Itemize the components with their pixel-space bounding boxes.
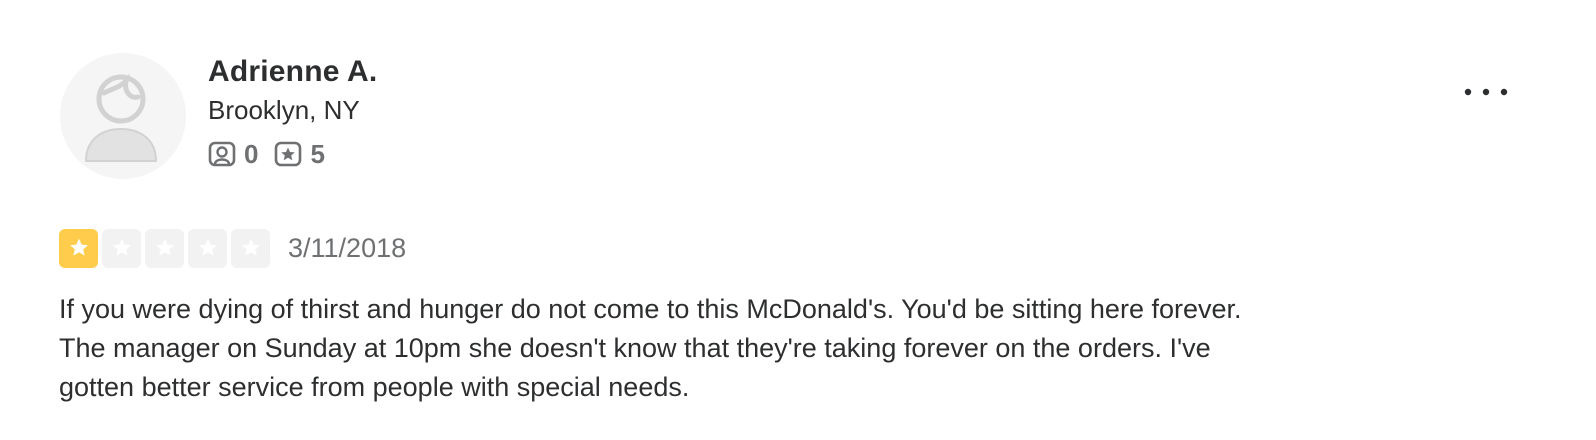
user-info: Adrienne A. Brooklyn, NY 0 5: [208, 52, 377, 170]
reviews-count: 5: [310, 139, 325, 169]
star-icon: [155, 238, 174, 256]
rating-row: 3/11/2018: [59, 228, 406, 268]
star-empty: [231, 228, 270, 268]
user-stats: 0 5: [208, 138, 377, 170]
friends-count: 0: [244, 139, 259, 169]
star-icon: [69, 238, 88, 256]
review-text: If you were dying of thirst and hunger d…: [59, 290, 1399, 407]
friends-stat: 0: [208, 140, 258, 168]
star-empty: [102, 228, 141, 268]
default-avatar-icon: [60, 53, 186, 179]
user-name[interactable]: Adrienne A.: [208, 52, 377, 92]
review-date: 3/11/2018: [288, 233, 407, 263]
star-icon: [112, 238, 131, 256]
review-card: Adrienne A. Brooklyn, NY 0 5 3/11/2018 I…: [0, 0, 1596, 440]
more-options-icon: [1464, 88, 1508, 96]
friends-icon: [208, 140, 236, 168]
review-text-line: If you were dying of thirst and hunger d…: [59, 294, 1242, 324]
review-star-icon: [274, 140, 302, 168]
review-text-line: gotten better service from people with s…: [59, 372, 690, 402]
star-icon: [198, 238, 217, 256]
star-rating: [59, 228, 274, 268]
star-empty: [188, 228, 227, 268]
star-empty: [145, 228, 184, 268]
reviews-stat: 5: [274, 139, 325, 169]
user-location: Brooklyn, NY: [208, 95, 360, 125]
user-avatar[interactable]: [60, 53, 186, 179]
star-icon: [241, 238, 260, 256]
review-text-line: The manager on Sunday at 10pm she doesn'…: [59, 333, 1211, 363]
more-options-button[interactable]: [1462, 76, 1510, 108]
star-filled: [59, 228, 98, 268]
